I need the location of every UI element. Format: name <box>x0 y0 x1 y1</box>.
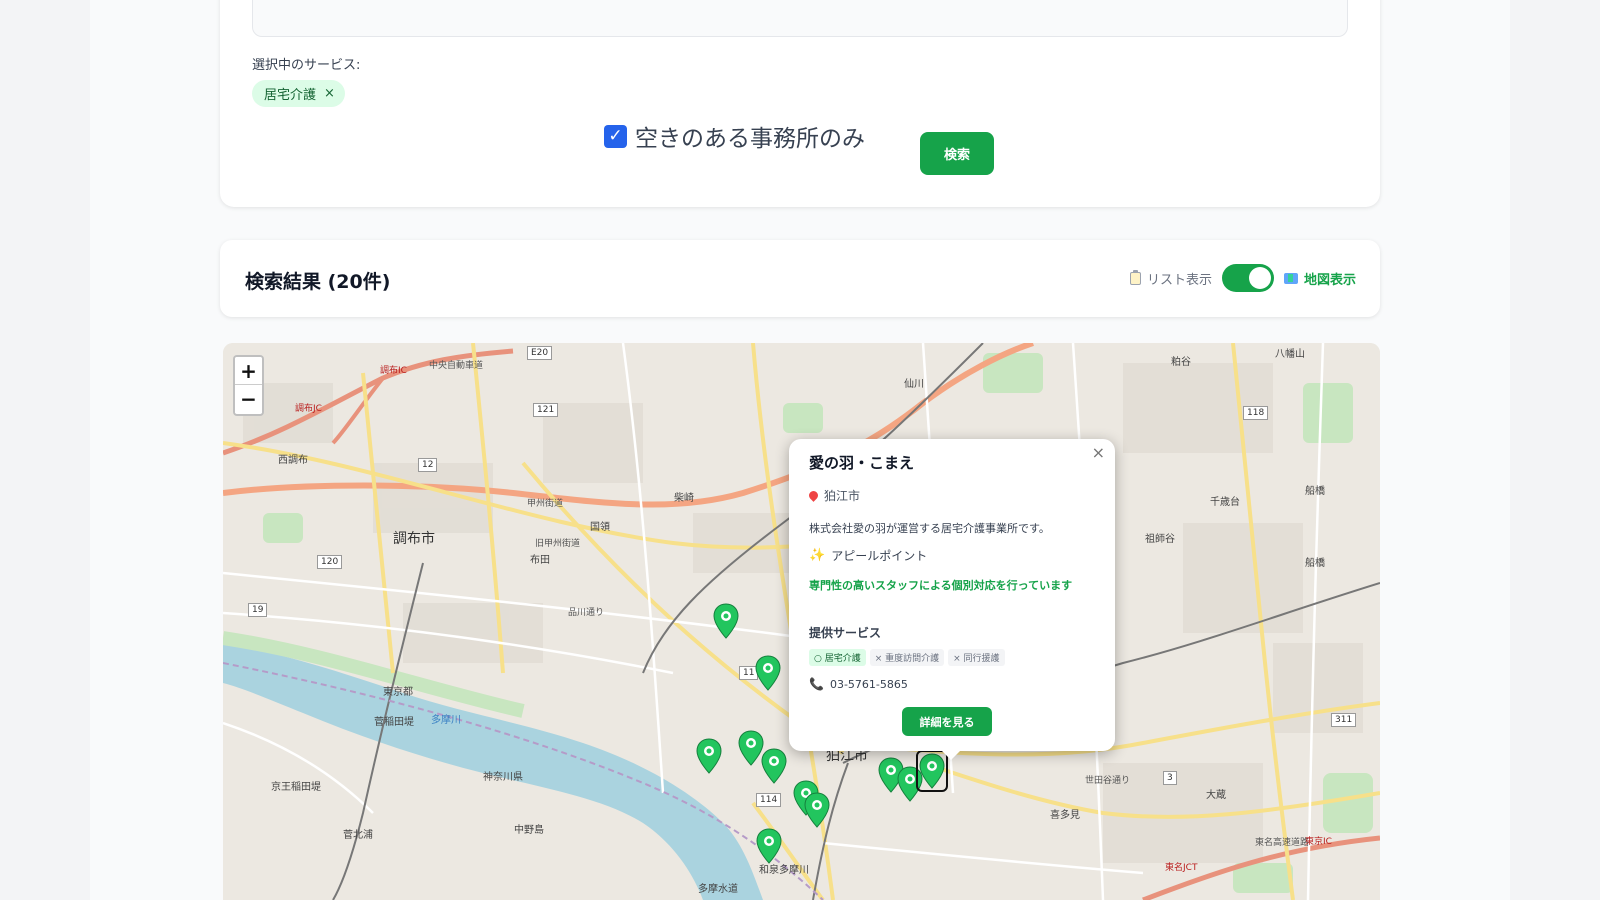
route-badge-e20: E20 <box>527 346 553 360</box>
map-label-shinagawa: 品川通り <box>568 608 605 618</box>
ic-label-tokyo-ic: 東京IC <box>1305 837 1332 847</box>
phone-icon: 📞 <box>809 677 824 691</box>
office-marker-icon[interactable] <box>713 603 739 639</box>
map-label-sugao-kitaura: 菅北浦 <box>343 830 373 841</box>
route-badge-19: 19 <box>248 603 268 617</box>
popup-title: 愛の羽・こまえ <box>809 454 915 472</box>
map-label-tamasuido: 多摩水道 <box>698 884 738 895</box>
map-label-chitosedai: 千歳台 <box>1210 497 1240 508</box>
service-tag: × 同行援護 <box>948 649 1005 666</box>
popup-appeal-text: 専門性の高いスタッフによる個別対応を行っています <box>809 579 1073 592</box>
view-details-button[interactable]: 詳細を見る <box>902 707 992 736</box>
ic-label-chofu-ic: 調布IC <box>380 366 407 376</box>
clipboard-icon <box>1129 269 1141 285</box>
map-view-option[interactable]: 地図表示 <box>1283 269 1356 288</box>
ic-label-tomei-jct: 東名JCT <box>1165 863 1198 873</box>
keyword-textarea[interactable] <box>252 0 1348 37</box>
map-label-chofu: 調布市 <box>393 531 435 547</box>
map-label-kasuga: 粕谷 <box>1171 357 1191 368</box>
selected-services-label: 選択中のサービス: <box>252 58 361 73</box>
list-view-option[interactable]: リスト表示 <box>1129 269 1212 288</box>
phone-number[interactable]: 03-5761-5865 <box>830 678 908 691</box>
ic-label-chofu-jc: 調布JC <box>295 404 322 414</box>
route-badge-3: 3 <box>1163 771 1177 785</box>
map-label-sengawa: 仙川 <box>904 379 924 390</box>
map-label-tomei: 東名高速道路 <box>1255 838 1310 848</box>
office-popup: × 愛の羽・こまえ 狛江市 株式会社愛の羽が運営する居宅介護事業所です。 ✨ ア… <box>789 439 1115 751</box>
map-label-nishichofu: 西調布 <box>278 455 308 466</box>
sparkle-icon: ✨ <box>809 548 826 563</box>
route-badge-12: 12 <box>418 458 438 472</box>
map-label-inadazutsumi: 京王稲田堤 <box>271 782 321 793</box>
vacancy-checkbox[interactable]: ✓ <box>604 124 627 148</box>
office-marker-icon[interactable] <box>756 828 782 864</box>
route-badge-120: 120 <box>317 555 343 569</box>
view-toggle: リスト表示 地図表示 <box>1129 263 1356 293</box>
map-label-chuo-expwy: 中央自動車道 <box>429 361 484 371</box>
map-label-sugao: 菅稲田堤 <box>374 717 414 728</box>
map-label-soshigaya: 祖師谷 <box>1145 534 1175 545</box>
map-label-koshu-kaido: 甲州街道 <box>527 499 564 509</box>
appeal-heading-text: アピールポイント <box>831 549 928 563</box>
map-label-funabashi: 船橋 <box>1305 486 1325 497</box>
chip-label: 居宅介護 <box>264 88 317 103</box>
map-label-shibasaki: 柴崎 <box>674 493 694 504</box>
route-badge-121: 121 <box>533 403 559 417</box>
map-label-kitami: 喜多見 <box>1050 810 1080 821</box>
service-tag: × 重度訪問介護 <box>869 649 945 666</box>
list-view-label: リスト表示 <box>1146 272 1212 288</box>
zoom-control: + − <box>233 355 264 416</box>
map-label-funabashi-2: 船橋 <box>1305 558 1325 569</box>
map-label-kanagawa: 神奈川県 <box>483 772 523 783</box>
map-label-fuda: 布田 <box>530 555 550 566</box>
service-tags: ○ 居宅介護 × 重度訪問介護 × 同行援護 <box>809 649 1005 666</box>
map-label-kokuryo: 国領 <box>590 522 610 533</box>
popup-tip <box>940 749 962 760</box>
popup-close-icon[interactable]: × <box>1092 443 1105 462</box>
service-tag: ○ 居宅介護 <box>809 649 866 666</box>
vacancy-label[interactable]: 空きのある事務所のみ <box>635 119 865 153</box>
popup-appeal-heading: ✨ アピールポイント <box>809 547 927 564</box>
search-card: 選択中のサービス: 居宅介護 × ✓ 空きのある事務所のみ 検索 <box>220 0 1380 207</box>
chip-remove-icon[interactable]: × <box>324 86 335 101</box>
zoom-in-button[interactable]: + <box>235 357 262 385</box>
office-marker-icon[interactable] <box>696 738 722 774</box>
results-title: 検索結果 (20件) <box>245 271 391 293</box>
office-marker-icon[interactable] <box>804 792 830 828</box>
map-label-tama-river: 多摩川 <box>431 715 461 726</box>
map-icon <box>1283 272 1298 284</box>
map-label-nakanoshima: 中野島 <box>514 825 544 836</box>
view-switch[interactable] <box>1221 264 1274 292</box>
view-switch-knob <box>1248 267 1271 289</box>
popup-location-text: 狛江市 <box>824 489 861 503</box>
map-label-koshu-kyu: 旧甲州街道 <box>535 539 581 549</box>
office-marker-icon[interactable] <box>761 748 787 784</box>
popup-location: 狛江市 <box>807 487 861 504</box>
map-view-label: 地図表示 <box>1303 272 1356 288</box>
location-pin-icon <box>807 489 820 502</box>
map-label-setagaya-dori: 世田谷通り <box>1085 776 1131 786</box>
selected-service-chip: 居宅介護 × <box>252 80 345 107</box>
office-marker-icon[interactable] <box>755 655 781 691</box>
route-badge-118: 118 <box>1243 406 1269 420</box>
zoom-out-button[interactable]: − <box>235 385 262 413</box>
search-button[interactable]: 検索 <box>920 132 994 175</box>
popup-phone: 📞 03-5761-5865 <box>809 677 908 691</box>
popup-description: 株式会社愛の羽が運営する居宅介護事業所です。 <box>809 522 1050 535</box>
route-badge-114: 114 <box>756 793 782 807</box>
results-header: 検索結果 (20件) リスト表示 地図表示 <box>220 240 1380 317</box>
map-label-hachiman: 八幡山 <box>1275 349 1305 360</box>
vacancy-filter: ✓ 空きのある事務所のみ <box>604 120 865 152</box>
route-badge-311: 311 <box>1331 713 1357 727</box>
map-label-ookura: 大蔵 <box>1206 790 1226 801</box>
popup-services-heading: 提供サービス <box>809 626 882 640</box>
map-label-tokyo: 東京都 <box>383 687 413 698</box>
